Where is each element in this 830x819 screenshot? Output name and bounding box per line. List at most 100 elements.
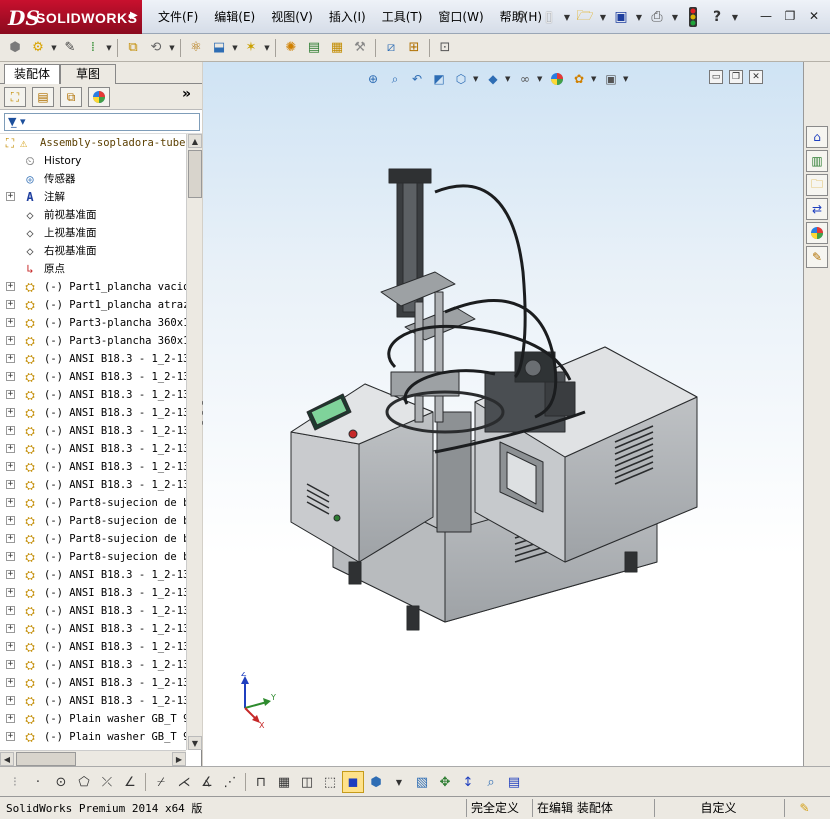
tree-item-component[interactable]: + ⛭ (-) ANSI B18.3 - 1_2-13 (0, 350, 186, 368)
configuration-manager-tab-icon[interactable]: ⧉ (60, 87, 82, 107)
open-icon[interactable]: 🗁 (574, 6, 596, 28)
tree-horizontal-scrollbar[interactable]: ◀ ▶ (0, 750, 186, 766)
expand-icon[interactable]: + (6, 624, 15, 633)
expand-icon[interactable]: + (6, 498, 15, 507)
view-palette-icon[interactable]: ⇄ (806, 198, 828, 220)
rebuild-icon[interactable]: ⬢ (4, 37, 26, 59)
display-manager-tab-icon[interactable] (88, 87, 110, 107)
zoom-to-area-icon[interactable]: ⌕ (385, 69, 405, 89)
tree-item-component[interactable]: + ⛭ (-) Part8-sujecion de be (0, 494, 186, 512)
mate-icon[interactable]: ⧉ (122, 37, 144, 59)
expand-icon[interactable]: + (6, 606, 15, 615)
expand-icon[interactable]: + (6, 372, 15, 381)
zoom-to-fit-icon[interactable]: ⊕ (363, 69, 383, 89)
component-icon[interactable]: ▧ (411, 771, 433, 793)
previous-view-icon[interactable]: ↶ (407, 69, 427, 89)
tab-assembly[interactable]: 装配体 (4, 64, 60, 84)
table-icon[interactable]: ▤ (503, 771, 525, 793)
property-manager-tab-icon[interactable]: ▤ (32, 87, 54, 107)
expand-icon[interactable]: + (6, 462, 15, 471)
expand-icon[interactable]: + (6, 732, 15, 741)
graphics-area[interactable]: ⊕ ⌕ ↶ ◩ ⬡ ▼ ◆ ▼ ∞ ▼ ✿ ▼ ▣ ▼ ▭ ❐ ✕ Z Y X (203, 62, 803, 766)
search-components-icon[interactable]: ⌕ (480, 771, 502, 793)
tree-item-component[interactable]: + ⛭ (-) ANSI B18.3 - 1_2-13 (0, 620, 186, 638)
minimize-icon[interactable]: — (756, 6, 776, 26)
new-document-icon[interactable]: ▯ (538, 6, 560, 28)
tree-item-component[interactable]: + ⛭ (-) ANSI B18.3 - 1_2-13 (0, 566, 186, 584)
viewport-close-icon[interactable]: ✕ (749, 70, 763, 84)
close-icon[interactable]: ✕ (804, 6, 824, 26)
pin-menu-icon[interactable]: ⚲ (516, 9, 526, 25)
expand-icon[interactable]: + (6, 426, 15, 435)
hide-show-items-icon[interactable]: ∞ (515, 69, 535, 89)
solidworks-logo[interactable]: DS SOLIDWORKS ▶ (0, 0, 142, 34)
help-icon[interactable]: ? (706, 6, 728, 28)
expand-icon[interactable]: + (6, 660, 15, 669)
restore-icon[interactable]: ❐ (780, 6, 800, 26)
expand-icon[interactable]: + (6, 642, 15, 651)
solidworks-resources-icon[interactable]: ⌂ (806, 126, 828, 148)
tree-item-origin[interactable]: ↳ 原点 (0, 260, 186, 278)
section-view-icon[interactable]: ◩ (429, 69, 449, 89)
more-tabs-icon[interactable]: » (182, 86, 191, 102)
menu-view[interactable]: 视图(V) (263, 0, 321, 34)
print-icon[interactable]: ⎙ (646, 6, 668, 28)
tree-item-component[interactable]: + ⛭ (-) Part8-sujecion de be (0, 548, 186, 566)
expand-icon[interactable]: + (6, 408, 15, 417)
tooltip-icon[interactable]: ✎ (784, 799, 824, 817)
expand-icon[interactable]: + (6, 390, 15, 399)
open-dropdown-icon[interactable]: ▼ (598, 13, 608, 22)
expand-icon[interactable]: + (6, 588, 15, 597)
display-dropdown-icon[interactable]: ▼ (388, 771, 410, 793)
point-icon[interactable]: · (27, 771, 49, 793)
expand-icon[interactable]: + (6, 318, 15, 327)
rotate-icon[interactable]: ↕ (457, 771, 479, 793)
trim-icon[interactable]: ∠ (119, 771, 141, 793)
toolbar-grip-icon[interactable]: ⁝ (4, 771, 26, 793)
tree-item-component[interactable]: + ⛭ (-) Part8-sujecion de be (0, 512, 186, 530)
tree-item-component[interactable]: + ⛭ (-) ANSI B18.3 - 1_2-13 (0, 458, 186, 476)
extend-icon[interactable]: ⋌ (173, 771, 195, 793)
assembly-features-icon[interactable]: ✺ (280, 37, 302, 59)
expand-icon[interactable]: + (6, 192, 15, 201)
explode-line-icon[interactable]: ⊞ (403, 37, 425, 59)
apply-scene-icon[interactable]: ✿ (569, 69, 589, 89)
save-dropdown-icon[interactable]: ▼ (634, 13, 644, 22)
expand-icon[interactable]: + (6, 480, 15, 489)
tree-item-component[interactable]: + ⛭ (-) Part3-plancha 360x13 (0, 314, 186, 332)
move-component-icon[interactable]: ⬓ (208, 37, 230, 59)
tree-item-component[interactable]: + ⛭ (-) ANSI B18.3 - 1_2-13 (0, 584, 186, 602)
assembly-model-render[interactable] (285, 112, 705, 652)
new-motion-study-icon[interactable]: ▦ (326, 37, 348, 59)
smart-fasteners-icon[interactable]: ⚛ (185, 37, 207, 59)
tree-item-top-plane[interactable]: ◇ 上视基准面 (0, 224, 186, 242)
interference-icon[interactable]: ⊡ (434, 37, 456, 59)
menu-file[interactable]: 文件(F) (150, 0, 206, 34)
move-dropdown-icon[interactable]: ▼ (231, 44, 239, 52)
view-settings-icon[interactable]: ▣ (601, 69, 621, 89)
shaded-icon[interactable]: ◼ (342, 771, 364, 793)
scroll-thumb-horizontal[interactable] (16, 752, 76, 766)
tree-item-component[interactable]: + ⛭ (-) ANSI B18.3 - 1_2-13 (0, 422, 186, 440)
options-icon[interactable]: ⚙ (27, 37, 49, 59)
tree-item-component[interactable]: + ⛭ (-) ANSI B18.3 - 1_2-13 (0, 674, 186, 692)
expand-icon[interactable]: + (6, 336, 15, 345)
feature-manager-tab-icon[interactable]: ⛶ (4, 87, 26, 107)
edit-appearance-icon[interactable] (547, 69, 567, 89)
design-library-icon[interactable]: ▥ (806, 150, 828, 172)
scroll-right-icon[interactable]: ▶ (172, 752, 186, 766)
linear-pattern-icon[interactable]: ⟲ (145, 37, 167, 59)
grid-toggle-icon[interactable]: ▦ (273, 771, 295, 793)
menu-tools[interactable]: 工具(T) (374, 0, 431, 34)
traffic-light-icon[interactable] (682, 6, 704, 28)
tree-item-component[interactable]: + ⛭ (-) ANSI B18.3 - 1_2-13 (0, 476, 186, 494)
scroll-down-icon[interactable]: ▼ (188, 736, 202, 750)
show-dropdown-icon[interactable]: ▼ (263, 44, 271, 52)
mirror-icon[interactable]: ⌿ (150, 771, 172, 793)
tree-item-component[interactable]: + ⛭ (-) ANSI B18.3 - 1_2-13 (0, 404, 186, 422)
tree-vertical-scrollbar[interactable]: ▲ ▼ (186, 134, 202, 750)
logo-flyout-arrow-icon[interactable]: ▶ (130, 10, 138, 21)
hidden-lines-icon[interactable]: ⬚ (319, 771, 341, 793)
tree-item-component[interactable]: + ⛭ (-) ANSI B18.3 - 1_2-13 (0, 602, 186, 620)
expand-icon[interactable]: + (6, 696, 15, 705)
